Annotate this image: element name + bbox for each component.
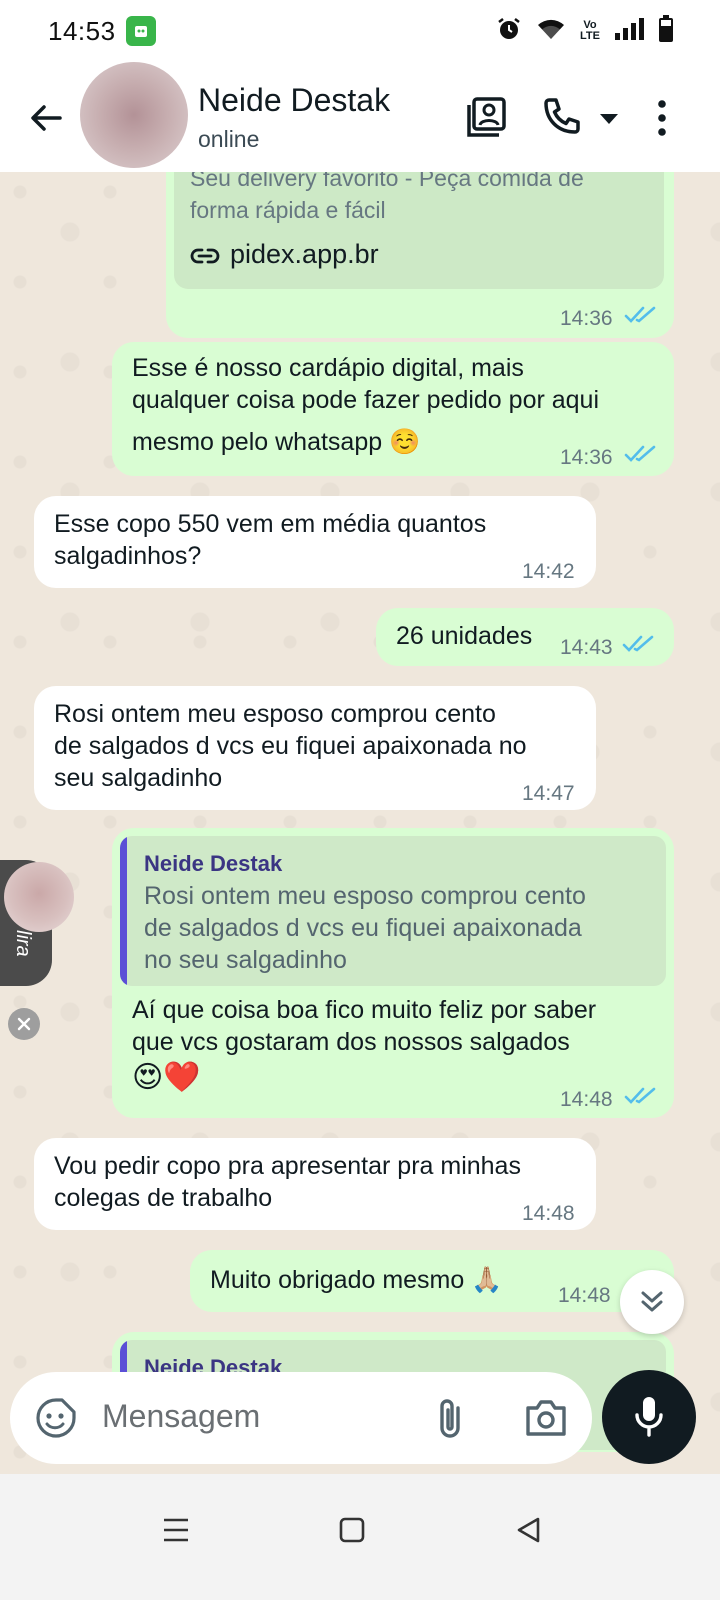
link-description: Seu delivery favorito - Peça comida de	[190, 172, 584, 191]
contact-card-icon[interactable]	[466, 96, 508, 143]
message-bubble-outgoing[interactable]: Muito obrigado mesmo 🙏🏼 14:48	[190, 1250, 674, 1312]
contact-status: online	[198, 126, 260, 152]
read-ticks-icon	[624, 1087, 656, 1104]
message-time: 14:48	[560, 1088, 613, 1111]
close-icon[interactable]	[8, 1008, 40, 1040]
app-notification-icon	[125, 16, 156, 46]
home-icon[interactable]	[330, 1508, 374, 1552]
quote-text: no seu salgadinho	[144, 946, 347, 974]
link-icon	[190, 243, 220, 275]
message-text: salgadinhos?	[54, 542, 202, 570]
mic-icon	[635, 1397, 663, 1437]
message-bubble-outgoing[interactable]: Esse é nosso cardápio digital, mais qual…	[112, 342, 674, 476]
link-url[interactable]: pidex.app.br	[230, 238, 379, 270]
message-text: que vcs gostaram dos nossos salgados	[132, 1028, 570, 1056]
back-icon[interactable]	[506, 1508, 550, 1552]
link-description: forma rápida e fácil	[190, 197, 386, 223]
status-bar: 14:53 Vo LTE	[0, 0, 720, 62]
read-ticks-icon	[624, 306, 656, 323]
floating-contact-avatar[interactable]	[4, 862, 74, 932]
message-bubble-incoming[interactable]: Vou pedir copo pra apresentar pra minhas…	[34, 1138, 596, 1230]
message-text: 😍❤️	[132, 1061, 201, 1094]
message-text: mesmo pelo whatsapp ☺️	[132, 428, 421, 456]
scroll-to-bottom-button[interactable]	[620, 1270, 684, 1334]
message-bubble-incoming[interactable]: Rosi ontem meu esposo comprou cento de s…	[34, 686, 596, 810]
message-text: Vou pedir copo pra apresentar pra minhas	[54, 1152, 521, 1180]
volte-icon: Vo LTE	[580, 19, 600, 42]
message-text: Rosi ontem meu esposo comprou cento	[54, 700, 496, 728]
wifi-icon	[536, 17, 566, 46]
message-text: qualquer coisa pode fazer pedido por aqu…	[132, 386, 600, 414]
system-nav-bar	[0, 1474, 720, 1600]
message-time: 14:47	[522, 782, 575, 805]
message-text: de salgados d vcs eu fiquei apaixonada n…	[54, 732, 527, 760]
quoted-message[interactable]: Neide Destak Rosi ontem meu esposo compr…	[120, 836, 666, 986]
message-bubble-incoming[interactable]: Esse copo 550 vem em média quantos salga…	[34, 496, 596, 588]
menu-icon[interactable]	[154, 1508, 198, 1552]
read-ticks-icon	[624, 445, 656, 462]
message-bubble-outgoing[interactable]: Seu delivery favorito - Peça comida de f…	[166, 172, 674, 338]
message-text: Esse copo 550 vem em média quantos	[54, 510, 487, 538]
quote-text: de salgados d vcs eu fiquei apaixonada	[144, 914, 582, 942]
message-time: 14:48	[522, 1202, 575, 1225]
quote-text: Rosi ontem meu esposo comprou cento	[144, 882, 586, 910]
quote-author: Neide Destak	[144, 851, 283, 876]
chat-header: Neide Destak online	[0, 62, 720, 172]
more-icon[interactable]	[652, 98, 672, 143]
message-time: 14:36	[560, 307, 613, 330]
signal-icon	[614, 17, 644, 46]
message-text: 26 unidades	[396, 622, 533, 650]
battery-icon	[658, 14, 674, 48]
chat-messages-area[interactable]: Seu delivery favorito - Peça comida de f…	[0, 172, 720, 1472]
status-time: 14:53	[48, 15, 116, 46]
message-bubble-outgoing[interactable]: 26 unidades 14:43	[376, 608, 674, 666]
message-text: Aí que coisa boa fico muito feliz por sa…	[132, 996, 597, 1024]
read-ticks-icon	[622, 635, 654, 652]
message-time: 14:36	[560, 446, 613, 469]
contact-avatar[interactable]	[80, 62, 188, 168]
attach-icon[interactable]	[434, 1396, 470, 1447]
double-chevron-down-icon	[641, 1291, 663, 1312]
message-time: 14:48	[558, 1284, 611, 1307]
back-arrow-icon[interactable]	[26, 98, 66, 138]
camera-icon[interactable]	[524, 1398, 568, 1443]
message-time: 14:42	[522, 560, 575, 583]
floating-contact-label: lira	[12, 930, 34, 957]
mic-button[interactable]	[602, 1370, 696, 1464]
phone-icon[interactable]	[540, 96, 582, 143]
message-time: 14:43	[560, 636, 613, 659]
dropdown-icon[interactable]	[598, 112, 620, 131]
message-text: colegas de trabalho	[54, 1184, 273, 1212]
message-text: Esse é nosso cardápio digital, mais	[132, 354, 524, 382]
quote-accent-bar	[120, 836, 127, 986]
message-input[interactable]: Mensagem	[102, 1398, 260, 1435]
link-preview-card[interactable]: Seu delivery favorito - Peça comida de f…	[174, 172, 664, 289]
alarm-icon	[496, 16, 522, 47]
contact-name[interactable]: Neide Destak	[198, 82, 390, 119]
message-text: seu salgadinho	[54, 764, 223, 792]
sticker-icon[interactable]	[34, 1396, 78, 1445]
message-composer[interactable]: Mensagem	[10, 1372, 592, 1464]
message-text: Muito obrigado mesmo 🙏🏼	[210, 1266, 503, 1294]
message-bubble-outgoing[interactable]: Neide Destak Rosi ontem meu esposo compr…	[112, 828, 674, 1118]
